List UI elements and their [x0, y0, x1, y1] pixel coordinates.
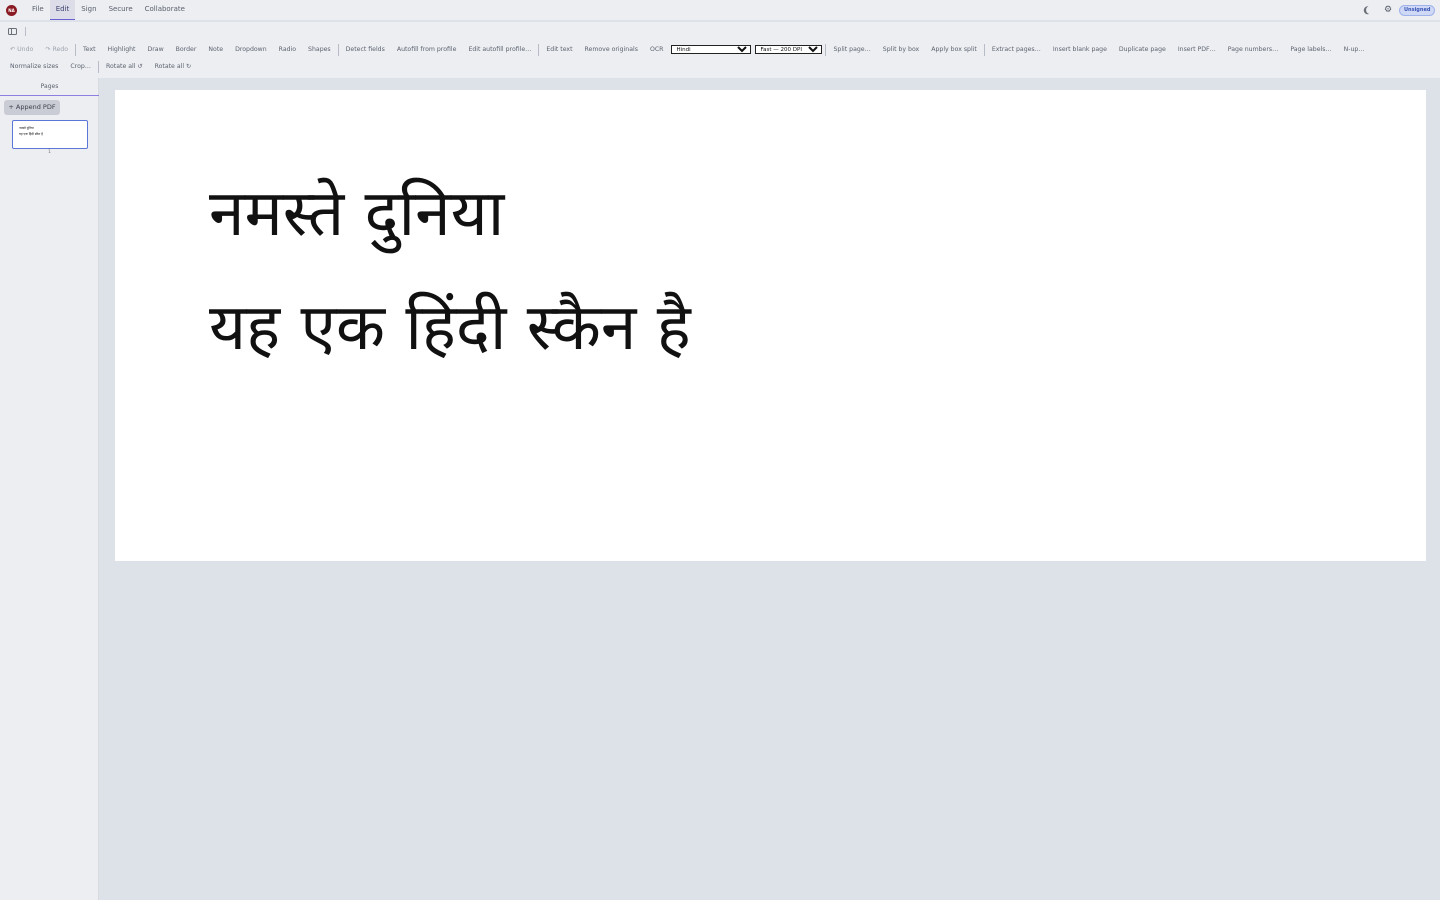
divider: [75, 43, 77, 56]
edit-autofill-profile-button[interactable]: Edit autofill profile…: [462, 42, 537, 57]
crop-button[interactable]: Crop…: [64, 59, 97, 74]
document-text-line-1: नमस्ते दुनिया: [209, 177, 505, 251]
radio-tool-button[interactable]: Radio: [273, 42, 302, 57]
main-menu: File Edit Sign Secure Collaborate: [26, 0, 191, 20]
insert-pdf-button[interactable]: Insert PDF…: [1172, 42, 1222, 57]
app-logo-text: NA: [8, 7, 15, 13]
normalize-sizes-button[interactable]: Normalize sizes: [4, 59, 64, 74]
sidebar-toggle-icon[interactable]: [8, 28, 17, 35]
edit-text-button[interactable]: Edit text: [540, 42, 578, 57]
document-page[interactable]: नमस्ते दुनिया यह एक हिंदी स्कैन है: [115, 90, 1426, 561]
text-tool-button[interactable]: Text: [77, 42, 102, 57]
divider: [25, 27, 26, 36]
menu-sign[interactable]: Sign: [75, 0, 102, 20]
remove-originals-button[interactable]: Remove originals: [579, 42, 644, 57]
duplicate-page-button[interactable]: Duplicate page: [1113, 42, 1172, 57]
app-logo: NA: [6, 5, 17, 16]
moon-icon[interactable]: [1365, 5, 1375, 15]
ocr-language-select[interactable]: Hindi: [671, 45, 752, 54]
split-by-box-button[interactable]: Split by box: [877, 42, 925, 57]
pages-panel: [0, 78, 99, 900]
tab-pages[interactable]: Pages: [0, 80, 99, 96]
thumbnail-page-number: 1: [48, 150, 51, 155]
panel-toggle-row: [0, 22, 1440, 40]
n-up-button[interactable]: N-up…: [1338, 42, 1371, 57]
divider: [825, 43, 827, 56]
menu-file[interactable]: File: [26, 0, 50, 20]
border-tool-button[interactable]: Border: [170, 42, 203, 57]
divider: [983, 43, 985, 56]
divider: [98, 60, 99, 73]
toolbar-row-1: ↶ Undo ↷ Redo Text Highlight Draw Border…: [4, 41, 1371, 58]
undo-button[interactable]: ↶ Undo: [4, 42, 39, 57]
toolbar-row-2: Normalize sizes Crop… Rotate all ↺ Rotat…: [4, 58, 197, 75]
page-numbers-button[interactable]: Page numbers…: [1222, 42, 1285, 57]
rotate-all-cw-button[interactable]: Rotate all ↻: [149, 59, 198, 74]
rotate-all-ccw-button[interactable]: Rotate all ↺: [100, 59, 149, 74]
shapes-tool-button[interactable]: Shapes: [302, 42, 337, 57]
insert-blank-page-button[interactable]: Insert blank page: [1047, 42, 1113, 57]
menu-secure[interactable]: Secure: [103, 0, 139, 20]
menu-edit[interactable]: Edit: [49, 0, 76, 20]
ocr-quality-select[interactable]: Fast — 200 DPI: [755, 45, 823, 54]
page-thumbnail[interactable]: नमस्ते दुनिया यह एक हिंदी स्कैन है: [12, 120, 88, 149]
highlight-tool-button[interactable]: Highlight: [102, 42, 142, 57]
note-tool-button[interactable]: Note: [202, 42, 229, 57]
thumbnail-line-2: यह एक हिंदी स्कैन है: [19, 132, 43, 136]
menu-collaborate[interactable]: Collaborate: [139, 0, 191, 20]
redo-button[interactable]: ↷ Redo: [39, 42, 74, 57]
gear-icon[interactable]: ⚙: [1384, 4, 1392, 16]
detect-fields-button[interactable]: Detect fields: [340, 42, 391, 57]
page-labels-button[interactable]: Page labels…: [1284, 42, 1337, 57]
divider: [337, 43, 339, 56]
append-pdf-button[interactable]: + Append PDF: [4, 100, 60, 115]
status-badge: Unsigned: [1399, 5, 1436, 16]
split-page-button[interactable]: Split page…: [827, 42, 876, 57]
autofill-from-profile-button[interactable]: Autofill from profile: [391, 42, 463, 57]
divider: [538, 43, 540, 56]
ocr-button[interactable]: OCR: [644, 42, 670, 57]
apply-box-split-button[interactable]: Apply box split: [925, 42, 983, 57]
extract-pages-button[interactable]: Extract pages…: [986, 42, 1047, 57]
menubar: NA File Edit Sign Secure Collaborate ⚙ U…: [0, 0, 1440, 20]
draw-tool-button[interactable]: Draw: [141, 42, 169, 57]
dropdown-tool-button[interactable]: Dropdown: [229, 42, 273, 57]
thumbnail-line-1: नमस्ते दुनिया: [19, 126, 34, 130]
document-text-line-2: यह एक हिंदी स्कैन है: [209, 291, 691, 365]
